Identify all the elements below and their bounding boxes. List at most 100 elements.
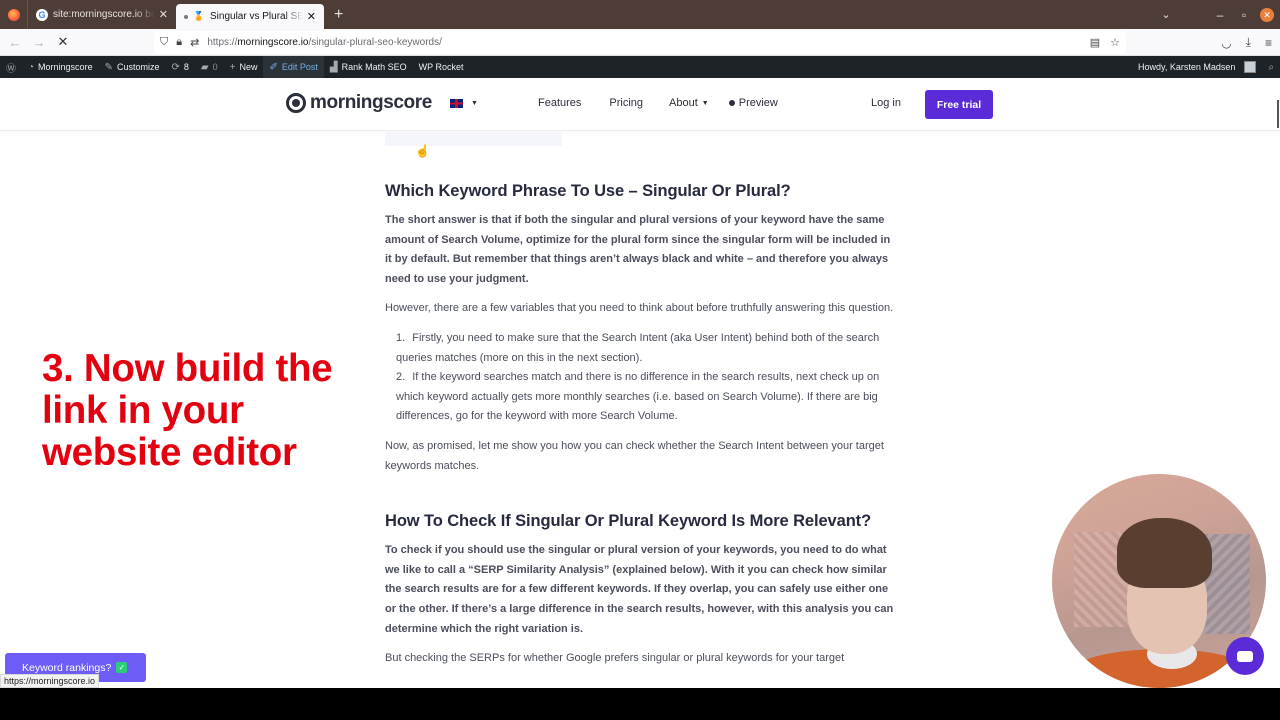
wp-site-name[interactable]: ◔ Morningscore bbox=[22, 56, 99, 78]
nav-features[interactable]: Features bbox=[538, 97, 581, 109]
wp-new[interactable]: + New bbox=[224, 56, 264, 78]
site-name-label: Morningscore bbox=[38, 62, 93, 72]
wp-customize[interactable]: ✎ Customize bbox=[99, 56, 166, 78]
medal-icon: 🏅 bbox=[193, 11, 205, 21]
wp-admin-bar: Ⓦ ◔ Morningscore ✎ Customize ⟳ 8 ▰ 0 + New ✐ E… bbox=[0, 56, 1280, 78]
scrollbar-thumb[interactable] bbox=[1277, 100, 1279, 128]
wp-rocket[interactable]: WP Rocket bbox=[413, 56, 470, 78]
updates-icon: ⟳ bbox=[171, 61, 180, 73]
list-item: 2. If the keyword searches match and the… bbox=[396, 368, 895, 427]
list-text: If the keyword searches match and there … bbox=[396, 371, 880, 423]
lock-icon[interactable]: 🔒︎ bbox=[176, 36, 182, 49]
paragraph: But checking the SERPs for whether Googl… bbox=[385, 652, 845, 665]
uk-flag-icon bbox=[450, 99, 463, 108]
language-selector[interactable]: ▼ bbox=[450, 99, 478, 108]
video-overlay-caption: 3. Now build the link in your website ed… bbox=[42, 347, 333, 474]
firefox-icon bbox=[7, 8, 20, 21]
wp-comments[interactable]: ▰ 0 bbox=[195, 56, 224, 78]
free-trial-button[interactable]: Free trial bbox=[925, 90, 993, 119]
logo-mark-icon bbox=[286, 93, 306, 113]
wp-rank-math[interactable]: ▟ Rank Math SEO bbox=[324, 56, 413, 78]
reader-view-icon[interactable]: ▤ bbox=[1090, 36, 1100, 49]
forward-button[interactable]: → bbox=[27, 35, 51, 50]
hamburger-menu-icon[interactable]: ≡ bbox=[1265, 36, 1272, 50]
nav-pricing[interactable]: Pricing bbox=[609, 97, 643, 109]
tab-singular-plural[interactable]: 🏅 Singular vs Plural SEO Keywords ✕ bbox=[176, 4, 324, 29]
pencil-icon: ✐ bbox=[269, 61, 278, 73]
maximize-icon[interactable]: ▫ bbox=[1232, 8, 1256, 22]
image-placeholder bbox=[385, 132, 562, 146]
nav-about[interactable]: About ▼ bbox=[669, 97, 709, 109]
hand-cursor-icon: ☝ bbox=[415, 144, 430, 158]
site-header: morningscore ▼ Features Pricing About ▼ P… bbox=[0, 78, 1280, 131]
close-window-icon[interactable]: ✕ bbox=[1260, 7, 1274, 22]
link-status-url: https://morningscore.io bbox=[0, 674, 100, 688]
new-label: New bbox=[239, 62, 258, 72]
pocket-icon[interactable]: ◡ bbox=[1221, 36, 1231, 50]
comments-count: 0 bbox=[212, 62, 218, 72]
updates-count: 8 bbox=[183, 62, 189, 72]
dashboard-icon: ◔ bbox=[28, 61, 35, 73]
brush-icon: ✎ bbox=[104, 61, 113, 73]
plus-icon: + bbox=[229, 61, 236, 73]
wp-rocket-label: WP Rocket bbox=[418, 62, 464, 72]
login-link[interactable]: Log in bbox=[871, 97, 901, 109]
shield-icon[interactable]: ⛉ bbox=[160, 36, 168, 49]
comment-icon: ▰ bbox=[200, 61, 209, 73]
search-icon: ⌕ bbox=[1268, 61, 1274, 73]
wp-logo-menu[interactable]: Ⓦ bbox=[0, 56, 22, 78]
stop-loading-button[interactable]: ✕ bbox=[51, 34, 75, 50]
close-tab-icon[interactable]: ✕ bbox=[307, 10, 316, 23]
loading-dot-icon bbox=[184, 14, 188, 19]
paragraph-bold: To check if you should use the singular … bbox=[385, 544, 894, 635]
list-number: 1. bbox=[396, 331, 406, 344]
rank-math-label: Rank Math SEO bbox=[341, 62, 407, 72]
keyword-rankings-label: Keyword rankings? bbox=[22, 661, 112, 674]
checkmark-icon: ✓ bbox=[116, 662, 128, 673]
site-logo[interactable]: morningscore bbox=[286, 92, 432, 114]
download-icon[interactable]: ⤓ bbox=[1246, 35, 1251, 50]
wp-edit-post[interactable]: ✐ Edit Post bbox=[263, 56, 324, 78]
url-bar[interactable]: ⛉ 🔒︎ ⇄ https://morningscore.io/singular-… bbox=[154, 31, 1126, 54]
customize-label: Customize bbox=[116, 62, 160, 72]
url-scheme: https:// bbox=[207, 37, 238, 48]
section-heading: How To Check If Singular Or Plural Keywo… bbox=[385, 512, 872, 531]
wp-updates[interactable]: ⟳ 8 bbox=[165, 56, 194, 78]
browser-navbar: ← → ✕ ⛉ 🔒︎ ⇄ https://morningscore.io/sin… bbox=[0, 29, 1280, 56]
tab-label: site:morningscore.io best seo bbox=[53, 9, 155, 20]
firefox-menu[interactable] bbox=[0, 0, 28, 29]
wp-my-account[interactable]: Howdy, Karsten Madsen bbox=[1132, 56, 1262, 78]
article-content: Which Keyword Phrase To Use – Singular O… bbox=[385, 180, 895, 679]
minimize-icon[interactable]: – bbox=[1208, 8, 1232, 22]
back-button[interactable]: ← bbox=[3, 35, 27, 50]
variables-list: 1. Firstly, you need to make sure that t… bbox=[385, 329, 895, 427]
dot-icon bbox=[728, 100, 735, 106]
permissions-icon[interactable]: ⇄ bbox=[190, 36, 199, 49]
tab-google-search[interactable]: G site:morningscore.io best seo ✕ bbox=[28, 0, 176, 29]
nav-preview-label: Preview bbox=[738, 97, 778, 109]
caret-down-icon: ▼ bbox=[471, 100, 478, 107]
nav-preview[interactable]: Preview bbox=[728, 97, 778, 109]
rank-math-icon: ▟ bbox=[329, 61, 338, 73]
greeting-label: Howdy, Karsten Madsen bbox=[1138, 62, 1236, 72]
wordpress-icon: Ⓦ bbox=[6, 63, 16, 75]
chat-button[interactable] bbox=[1226, 637, 1264, 675]
avatar bbox=[1244, 61, 1257, 73]
wp-search[interactable]: ⌕ bbox=[1262, 56, 1280, 78]
list-number: 2. bbox=[396, 371, 406, 384]
paragraph: Now, as promised, let me show you how yo… bbox=[385, 439, 884, 472]
caret-down-icon: ▼ bbox=[701, 99, 709, 107]
window-controls: ⌄ – ▫ ✕ bbox=[1154, 0, 1280, 29]
bookmark-star-icon[interactable]: ☆ bbox=[1110, 36, 1120, 49]
browser-tab-strip: G site:morningscore.io best seo ✕ 🏅 Sing… bbox=[0, 0, 1280, 29]
list-tabs-chevron-icon[interactable]: ⌄ bbox=[1154, 8, 1178, 21]
tab-label: Singular vs Plural SEO Keywords bbox=[210, 11, 303, 22]
url-path: /singular-plural-seo-keywords/ bbox=[308, 37, 442, 48]
section-heading: Which Keyword Phrase To Use – Singular O… bbox=[385, 182, 791, 200]
screen: G site:morningscore.io best seo ✕ 🏅 Sing… bbox=[0, 0, 1280, 720]
new-tab-button[interactable]: + bbox=[334, 6, 343, 24]
google-icon: G bbox=[36, 8, 48, 21]
close-tab-icon[interactable]: ✕ bbox=[159, 8, 168, 21]
logo-text: morningscore bbox=[310, 92, 432, 113]
paragraph: However, there are a few variables that … bbox=[385, 302, 894, 315]
